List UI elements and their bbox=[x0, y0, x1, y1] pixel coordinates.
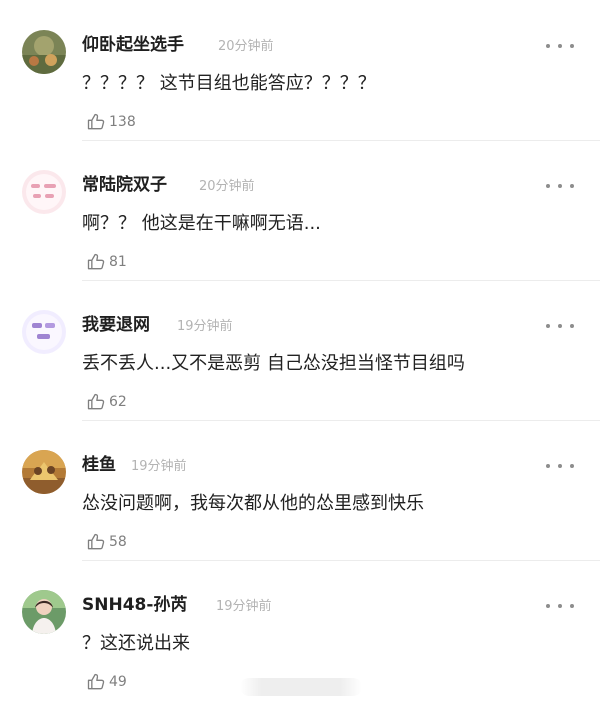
pink-text-avatar-icon bbox=[22, 170, 66, 214]
comment-text: ？？？？ 这节目组也能答应？？？？ bbox=[82, 73, 376, 94]
orange-photo-avatar-icon bbox=[22, 450, 66, 494]
username[interactable]: SNH48-孙芮 bbox=[82, 594, 187, 616]
thumbs-up-icon bbox=[87, 673, 105, 690]
watermark bbox=[240, 678, 362, 696]
like-button[interactable]: 49 bbox=[86, 670, 127, 694]
more-dots-icon bbox=[558, 324, 562, 328]
like-count: 58 bbox=[109, 534, 127, 550]
more-dots-icon bbox=[558, 184, 562, 188]
avatar[interactable] bbox=[22, 310, 66, 354]
person-photo-avatar-icon bbox=[22, 590, 66, 634]
timestamp: 19分钟前 bbox=[216, 599, 272, 614]
timestamp: 19分钟前 bbox=[177, 319, 233, 334]
more-dots-icon bbox=[546, 604, 550, 608]
timestamp: 19分钟前 bbox=[131, 459, 187, 474]
comment-item: 常陆院双子 20分钟前 啊？？ 他这是在干嘛啊无语... 81 bbox=[0, 140, 600, 280]
more-options-button[interactable] bbox=[546, 180, 574, 192]
thumbs-up-icon bbox=[87, 253, 105, 270]
like-button[interactable]: 138 bbox=[86, 110, 136, 134]
username[interactable]: 桂鱼 bbox=[82, 454, 116, 476]
comment-text: 丢不丢人...又不是恶剪 自己怂没担当怪节目组吗 bbox=[82, 353, 465, 374]
like-count: 49 bbox=[109, 674, 127, 690]
thumbs-up-icon bbox=[87, 393, 105, 410]
more-dots-icon bbox=[570, 604, 574, 608]
timestamp: 20分钟前 bbox=[199, 179, 255, 194]
more-options-button[interactable] bbox=[546, 40, 574, 52]
more-dots-icon bbox=[570, 44, 574, 48]
more-dots-icon bbox=[558, 464, 562, 468]
more-dots-icon bbox=[546, 464, 550, 468]
more-dots-icon bbox=[546, 184, 550, 188]
like-button[interactable]: 81 bbox=[86, 250, 127, 274]
comment-text: ？这还说出来 bbox=[82, 633, 190, 654]
comment-list: 仰卧起坐选手 20分钟前 ？？？？ 这节目组也能答应？？？？ 138 常陆院双子… bbox=[0, 0, 600, 703]
like-count: 138 bbox=[109, 114, 136, 130]
more-dots-icon bbox=[546, 44, 550, 48]
purple-text-avatar-icon bbox=[22, 310, 66, 354]
username[interactable]: 常陆院双子 bbox=[82, 174, 167, 196]
green-scenery-avatar-icon bbox=[22, 30, 66, 74]
comment-item: 仰卧起坐选手 20分钟前 ？？？？ 这节目组也能答应？？？？ 138 bbox=[0, 0, 600, 140]
comment-item: 我要退网 19分钟前 丢不丢人...又不是恶剪 自己怂没担当怪节目组吗 62 bbox=[0, 280, 600, 420]
more-dots-icon bbox=[558, 44, 562, 48]
more-dots-icon bbox=[570, 184, 574, 188]
like-button[interactable]: 58 bbox=[86, 530, 127, 554]
like-button[interactable]: 62 bbox=[86, 390, 127, 414]
more-dots-icon bbox=[570, 464, 574, 468]
avatar[interactable] bbox=[22, 170, 66, 214]
username[interactable]: 仰卧起坐选手 bbox=[82, 34, 184, 56]
like-count: 62 bbox=[109, 394, 127, 410]
more-options-button[interactable] bbox=[546, 600, 574, 612]
thumbs-up-icon bbox=[87, 113, 105, 130]
more-options-button[interactable] bbox=[546, 460, 574, 472]
avatar[interactable] bbox=[22, 30, 66, 74]
more-options-button[interactable] bbox=[546, 320, 574, 332]
username[interactable]: 我要退网 bbox=[82, 314, 150, 336]
comment-item: 桂鱼 19分钟前 怂没问题啊，我每次都从他的怂里感到快乐 58 bbox=[0, 420, 600, 560]
comment-text: 怂没问题啊，我每次都从他的怂里感到快乐 bbox=[82, 493, 424, 514]
more-dots-icon bbox=[558, 604, 562, 608]
more-dots-icon bbox=[546, 324, 550, 328]
more-dots-icon bbox=[570, 324, 574, 328]
avatar[interactable] bbox=[22, 590, 66, 634]
thumbs-up-icon bbox=[87, 533, 105, 550]
comment-text: 啊？？ 他这是在干嘛啊无语... bbox=[82, 213, 321, 234]
like-count: 81 bbox=[109, 254, 127, 270]
avatar[interactable] bbox=[22, 450, 66, 494]
timestamp: 20分钟前 bbox=[218, 39, 274, 54]
